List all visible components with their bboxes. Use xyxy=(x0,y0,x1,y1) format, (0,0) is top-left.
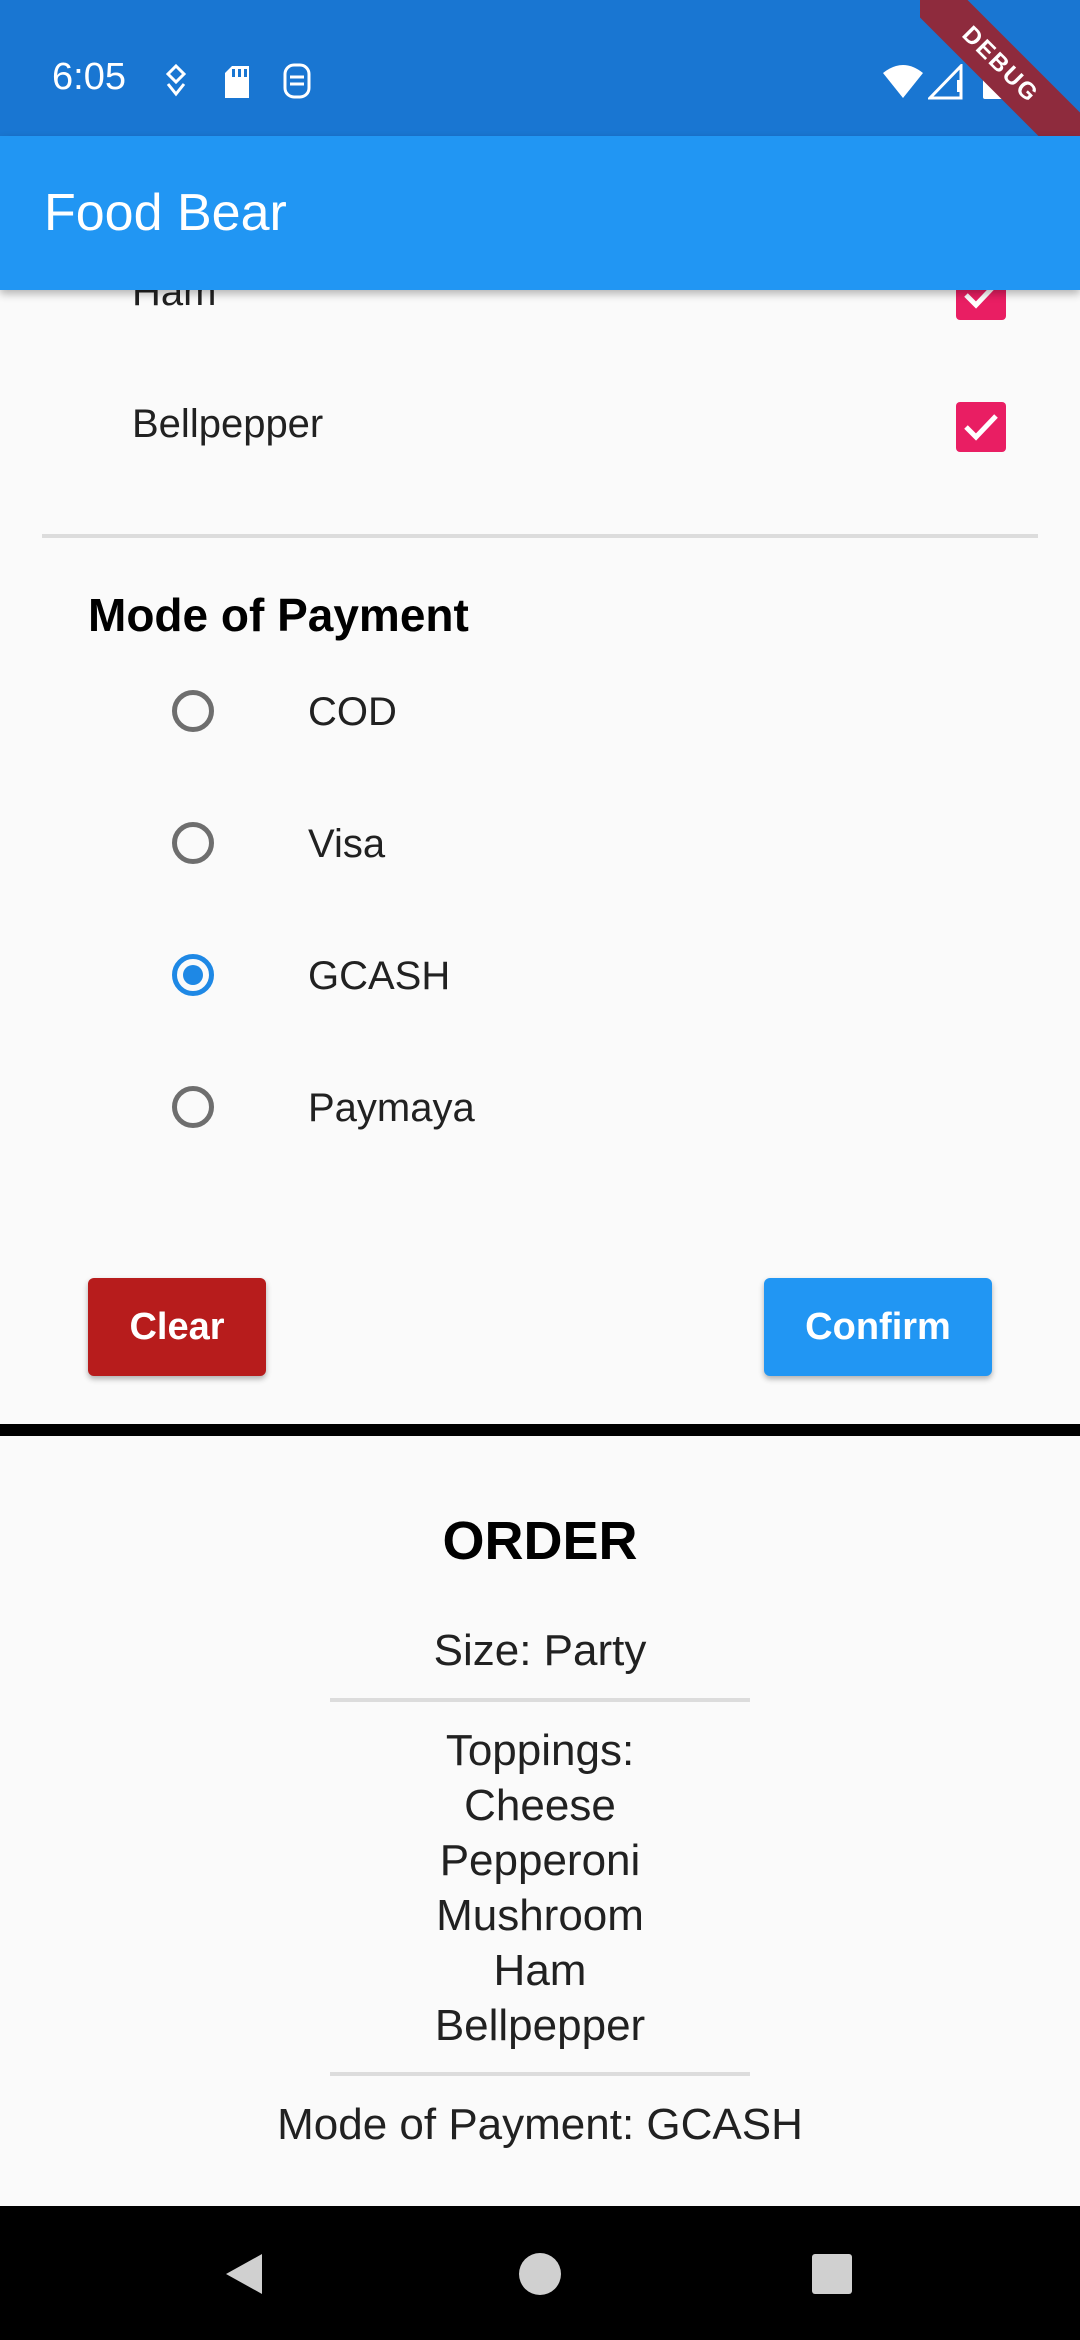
topping-label: Ham xyxy=(132,290,217,314)
order-topping-item: Bellpepper xyxy=(434,2001,646,2050)
order-line-divider xyxy=(330,2072,750,2076)
payment-option-gcash[interactable]: GCASH xyxy=(0,924,1080,1034)
topping-label: Bellpepper xyxy=(132,402,324,446)
home-icon[interactable] xyxy=(518,2252,562,2296)
navigation-bar xyxy=(0,2206,1080,2340)
order-topping-item: Pepperoni xyxy=(439,1836,641,1885)
order-topping-item: Ham xyxy=(493,1946,587,1995)
status-time: 6:05 xyxy=(52,56,126,98)
topping-checkbox-bellpepper[interactable] xyxy=(956,402,1006,452)
status-bar: 6:05 DEBUG xyxy=(0,0,1080,160)
section-divider xyxy=(42,534,1038,538)
payment-option-label: COD xyxy=(308,690,397,734)
radio-button[interactable] xyxy=(172,690,214,732)
topping-row-bellpepper[interactable]: Bellpepper xyxy=(0,374,1080,474)
payment-option-paymaya[interactable]: Paymaya xyxy=(0,1056,1080,1166)
confirm-button[interactable]: Confirm xyxy=(764,1278,992,1376)
payment-option-cod[interactable]: COD xyxy=(0,660,1080,770)
check-icon xyxy=(964,414,998,441)
order-form[interactable]: Ham Bellpepper Mode of Payment COD Visa … xyxy=(0,290,1080,1436)
back-icon[interactable] xyxy=(222,2252,266,2296)
payment-option-label: Visa xyxy=(308,822,386,866)
order-topping-item: Mushroom xyxy=(436,1891,644,1940)
order-divider-bar xyxy=(0,1424,1080,1436)
order-toppings-heading: Toppings: xyxy=(445,1726,635,1775)
order-summary: ORDER Size: Party Toppings: Cheese Peppe… xyxy=(0,1436,1080,2206)
order-topping-item: Cheese xyxy=(464,1781,616,1830)
order-size: Size: Party xyxy=(433,1626,647,1675)
wifi-icon xyxy=(883,65,923,98)
check-icon xyxy=(964,290,994,309)
app-title: Food Bear xyxy=(44,184,287,242)
order-line-divider xyxy=(330,1698,750,1702)
clear-button[interactable]: Clear xyxy=(88,1278,266,1376)
radio-button[interactable] xyxy=(172,822,214,864)
topping-row-ham[interactable]: Ham xyxy=(0,290,1080,342)
order-title: ORDER xyxy=(442,1511,638,1571)
payment-option-visa[interactable]: Visa xyxy=(0,792,1080,902)
payment-heading: Mode of Payment xyxy=(88,589,469,641)
sim-icon xyxy=(283,63,311,99)
recents-icon[interactable] xyxy=(810,2252,854,2296)
radio-button[interactable] xyxy=(172,1086,214,1128)
location-sync-icon xyxy=(165,64,187,97)
topping-checkbox-ham[interactable] xyxy=(956,290,1006,320)
order-payment: Mode of Payment: GCASH xyxy=(277,2100,803,2149)
app-bar: Food Bear xyxy=(0,136,1080,290)
radio-button-selected[interactable] xyxy=(172,954,214,996)
payment-option-label: GCASH xyxy=(308,954,451,998)
sd-card-icon xyxy=(225,66,249,98)
payment-option-label: Paymaya xyxy=(308,1086,475,1130)
